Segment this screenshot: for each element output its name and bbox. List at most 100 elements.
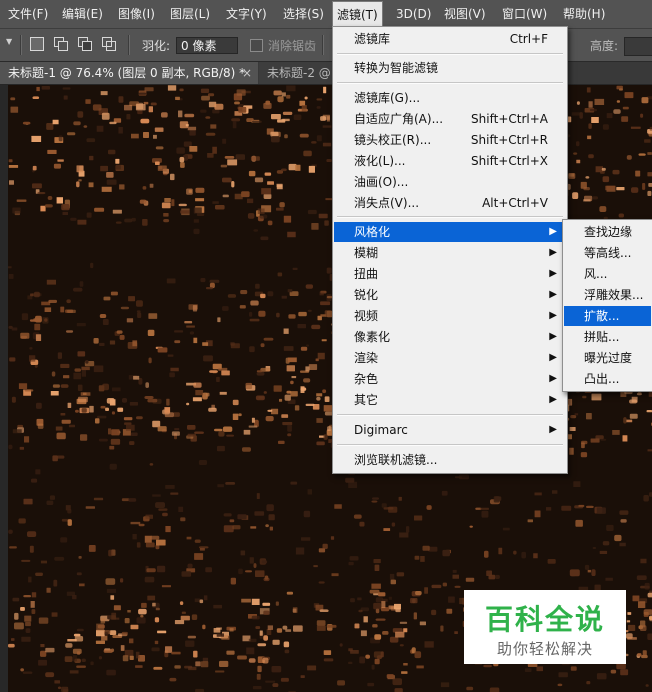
filter-oil-paint[interactable]: 油画(O)... [334, 172, 566, 192]
stylize-diffuse[interactable]: 扩散... [564, 306, 651, 326]
texture-speck [189, 130, 196, 136]
texture-speck [130, 432, 138, 436]
filter-other[interactable]: 其它 ▶ [334, 390, 566, 410]
tool-preset-dropdown-icon[interactable]: ▼ [6, 37, 12, 46]
filter-browse-online[interactable]: 浏览联机滤镜... [334, 450, 566, 470]
stylize-emboss[interactable]: 浮雕效果... [564, 285, 651, 305]
close-tab-icon[interactable]: × [242, 62, 252, 84]
stylize-solarize[interactable]: 曝光过度 [564, 348, 651, 368]
filter-liquify[interactable]: 液化(L)... Shift+Ctrl+X [334, 151, 566, 171]
filter-digimarc[interactable]: Digimarc ▶ [334, 420, 566, 440]
stylize-find-edges[interactable]: 查找边缘 [564, 222, 651, 242]
filter-sharpen-label: 锐化 [354, 288, 379, 302]
subtract-from-selection-icon[interactable] [78, 37, 92, 51]
texture-speck [583, 199, 591, 202]
texture-speck [647, 592, 652, 598]
stylize-extrude[interactable]: 凸出... [564, 369, 651, 389]
texture-speck [315, 358, 319, 362]
texture-speck [132, 534, 137, 540]
menu-type[interactable]: 文字(Y) [222, 0, 271, 28]
texture-speck [373, 559, 381, 564]
texture-speck [103, 649, 113, 653]
texture-speck [645, 684, 649, 687]
filter-convert-smart[interactable]: 转换为智能滤镜 [334, 58, 566, 78]
texture-speck [635, 170, 641, 177]
filter-vanishing-point[interactable]: 消失点(V)... Alt+Ctrl+V [334, 193, 566, 213]
texture-speck [307, 309, 312, 312]
filter-blur[interactable]: 模糊 ▶ [334, 243, 566, 263]
filter-lens-correction[interactable]: 镜头校正(R)... Shift+Ctrl+R [334, 130, 566, 150]
filter-gallery[interactable]: 滤镜库(G)... [334, 88, 566, 108]
height-input[interactable] [624, 37, 652, 56]
texture-speck [111, 429, 120, 436]
filter-distort[interactable]: 扭曲 ▶ [334, 264, 566, 284]
texture-speck [147, 329, 155, 336]
menu-select[interactable]: 选择(S) [279, 0, 328, 28]
texture-speck [189, 331, 195, 335]
texture-speck [178, 110, 183, 118]
menu-separator [337, 444, 563, 446]
texture-speck [135, 651, 140, 659]
texture-speck [61, 419, 71, 424]
texture-speck [53, 579, 58, 587]
texture-speck [277, 96, 284, 103]
texture-speck [613, 109, 621, 114]
filter-last-filter[interactable]: 滤镜库 Ctrl+F [334, 29, 566, 49]
texture-speck [18, 518, 26, 524]
texture-speck [11, 396, 16, 403]
menu-3d[interactable]: 3D(D) [392, 0, 435, 28]
menu-edit[interactable]: 编辑(E) [58, 0, 107, 28]
stylize-trace-contour[interactable]: 等高线... [564, 243, 651, 263]
texture-speck [415, 591, 422, 596]
texture-speck [72, 655, 77, 662]
filter-pixelate[interactable]: 像素化 ▶ [334, 327, 566, 347]
filter-noise[interactable]: 杂色 ▶ [334, 369, 566, 389]
texture-speck [193, 228, 200, 235]
texture-speck [143, 132, 149, 138]
antialias-label: 消除锯齿 [268, 39, 317, 53]
intersect-selection-icon[interactable] [102, 37, 116, 51]
texture-speck [324, 220, 329, 226]
filter-adaptive-wide-angle-shortcut: Shift+Ctrl+A [471, 112, 548, 126]
texture-speck [115, 164, 121, 170]
texture-speck [74, 368, 81, 372]
texture-speck [209, 370, 218, 373]
texture-speck [78, 179, 82, 182]
texture-speck [219, 660, 229, 667]
texture-speck [76, 665, 86, 668]
texture-speck [164, 407, 171, 413]
menu-file[interactable]: 文件(F) [4, 0, 52, 28]
antialias-checkbox[interactable] [250, 39, 263, 52]
menu-window[interactable]: 窗口(W) [498, 0, 551, 28]
feather-input[interactable]: 0 像素 [176, 37, 238, 54]
texture-speck [231, 118, 241, 122]
stylize-tiles[interactable]: 拼贴... [564, 327, 651, 347]
texture-speck [90, 262, 94, 269]
menu-layer[interactable]: 图层(L) [166, 0, 214, 28]
new-selection-icon[interactable] [30, 37, 44, 51]
menu-filter[interactable]: 滤镜(T) [332, 1, 383, 29]
tab-document-1[interactable]: 未标题-1 @ 76.4% (图层 0 副本, RGB/8) * × [0, 62, 258, 84]
filter-sharpen[interactable]: 锐化 ▶ [334, 285, 566, 305]
tab-document-2[interactable]: 未标题-2 @ [259, 62, 339, 84]
texture-speck [30, 293, 34, 297]
texture-speck [109, 445, 115, 450]
filter-render[interactable]: 渲染 ▶ [334, 348, 566, 368]
menu-image[interactable]: 图像(I) [114, 0, 159, 28]
texture-speck [135, 104, 146, 111]
texture-speck [293, 114, 302, 120]
filter-stylize[interactable]: 风格化 ▶ [334, 222, 566, 242]
texture-speck [220, 164, 228, 168]
add-to-selection-icon[interactable] [54, 37, 68, 51]
menu-view[interactable]: 视图(V) [440, 0, 490, 28]
menu-help[interactable]: 帮助(H) [559, 0, 609, 28]
filter-distort-label: 扭曲 [354, 267, 379, 281]
texture-speck [154, 617, 160, 623]
filter-video[interactable]: 视频 ▶ [334, 306, 566, 326]
texture-speck [109, 463, 117, 470]
texture-speck [316, 393, 323, 397]
texture-speck [46, 123, 54, 130]
filter-adaptive-wide-angle[interactable]: 自适应广角(A)... Shift+Ctrl+A [334, 109, 566, 129]
stylize-wind[interactable]: 风... [564, 264, 651, 284]
texture-speck [247, 198, 254, 204]
